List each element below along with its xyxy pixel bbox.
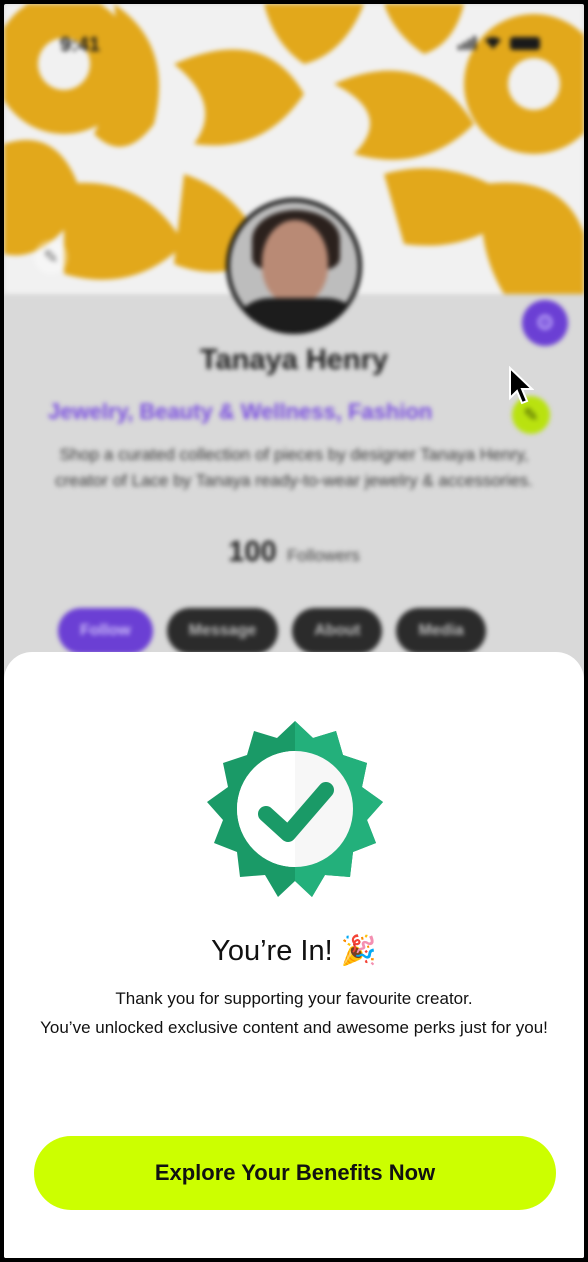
signal-icon xyxy=(458,36,476,50)
party-popper-icon: 🎉 xyxy=(340,935,377,967)
wifi-icon xyxy=(485,37,501,49)
sheet-title: You’re In! 🎉 xyxy=(4,934,584,968)
mouse-pointer-icon xyxy=(509,366,534,405)
status-bar: 9:41 xyxy=(4,26,584,56)
battery-icon xyxy=(510,37,540,50)
app-screen: 9:41 ✎ ⚙ Tanaya Henry Jewelry, Beauty & … xyxy=(4,4,584,1258)
check-badge-icon xyxy=(207,721,383,897)
pencil-icon: ✎ xyxy=(43,246,59,267)
explore-benefits-button[interactable]: Explore Your Benefits Now xyxy=(34,1136,556,1210)
edit-cover-button[interactable]: ✎ xyxy=(34,240,68,274)
media-button[interactable]: Media xyxy=(396,608,486,654)
followers-stat: 100 Followers xyxy=(4,536,584,569)
profile-bio: Shop a curated collection of pieces by d… xyxy=(55,445,533,490)
pencil-icon: ✎ xyxy=(523,404,539,425)
sheet-message-line-2: You’ve unlocked exclusive content and aw… xyxy=(40,1018,548,1037)
profile-actions: Follow Message About Media xyxy=(58,608,486,654)
sheet-message-line-1: Thank you for supporting your favourite … xyxy=(115,989,473,1008)
followers-label: Followers xyxy=(287,546,360,565)
status-time: 9:41 xyxy=(60,34,101,56)
message-button[interactable]: Message xyxy=(166,608,279,654)
status-icons xyxy=(458,36,540,50)
sheet-message: Thank you for supporting your favourite … xyxy=(24,984,564,1042)
avatar xyxy=(226,198,362,334)
followers-count: 100 xyxy=(228,536,277,568)
profile-categories: Jewelry, Beauty & Wellness, Fashion xyxy=(48,399,433,424)
profile-name: Tanaya Henry xyxy=(199,344,389,376)
settings-button[interactable]: ⚙ xyxy=(522,300,568,346)
sheet-title-text: You’re In! xyxy=(211,935,333,967)
follow-button[interactable]: Follow xyxy=(58,608,153,654)
about-button[interactable]: About xyxy=(292,608,383,654)
gear-icon: ⚙ xyxy=(535,310,555,335)
